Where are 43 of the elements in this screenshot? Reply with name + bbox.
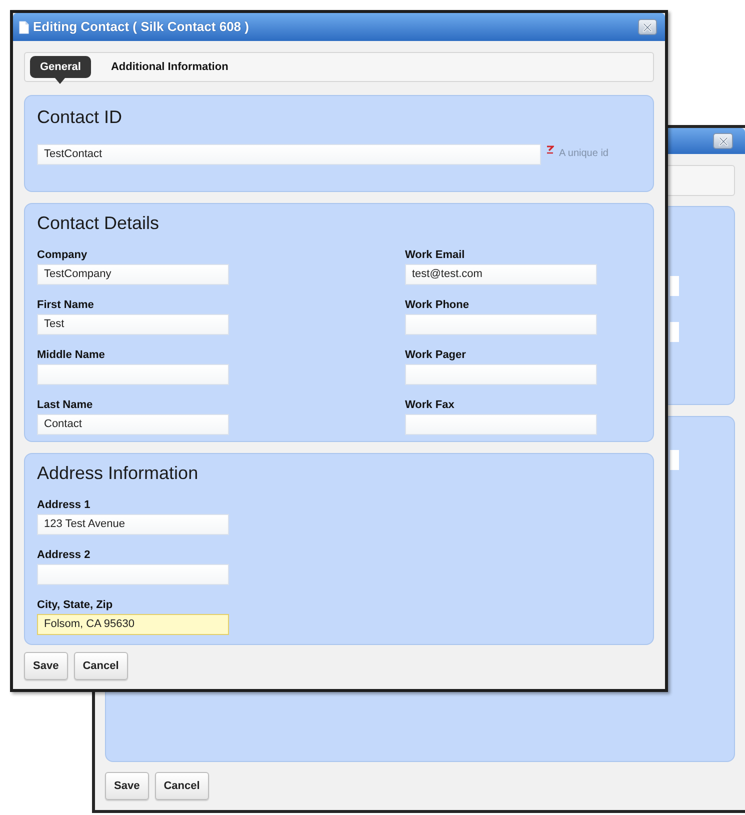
hint-text: A unique id xyxy=(559,147,608,161)
input-field[interactable] xyxy=(37,564,229,585)
field-label: Work Email xyxy=(405,248,465,262)
input-field[interactable]: test@test.com xyxy=(405,264,597,285)
input-field[interactable] xyxy=(405,364,597,385)
section-heading: Address Information xyxy=(37,462,198,484)
input-field[interactable] xyxy=(405,314,597,335)
window-title: Editing Contact ( Silk Contact 608 ) xyxy=(33,18,249,36)
field-label: City, State, Zip xyxy=(37,598,113,612)
save-button[interactable]: Save xyxy=(24,652,68,680)
close-button[interactable] xyxy=(713,133,733,149)
input-field[interactable]: 123 Test Avenue xyxy=(37,514,229,535)
section-heading: Contact ID xyxy=(37,106,122,128)
input-field[interactable] xyxy=(37,364,229,385)
field-label: Address 2 xyxy=(37,548,90,562)
close-icon xyxy=(643,22,652,32)
input-field[interactable] xyxy=(670,276,679,296)
close-button[interactable] xyxy=(638,19,657,35)
field-label: Work Fax xyxy=(405,398,454,412)
input-field[interactable]: Contact xyxy=(37,414,229,435)
field-label: Last Name xyxy=(37,398,93,412)
field-label: Address 1 xyxy=(37,498,90,512)
tab[interactable]: General xyxy=(30,56,91,78)
input-field[interactable]: TestCompany xyxy=(37,264,229,285)
cancel-button[interactable]: Cancel xyxy=(154,772,209,800)
tab-pointer-icon xyxy=(55,78,66,84)
field-label: Work Pager xyxy=(405,348,466,362)
field-label: First Name xyxy=(37,298,94,312)
tab[interactable]: Additional Information xyxy=(100,56,238,78)
document-icon xyxy=(19,20,29,34)
field-label: Work Phone xyxy=(405,298,469,312)
input-field[interactable]: Test xyxy=(37,314,229,335)
input-field[interactable] xyxy=(670,322,679,342)
save-button[interactable]: Save xyxy=(105,772,149,800)
field-label: Middle Name xyxy=(37,348,105,362)
cancel-button[interactable]: Cancel xyxy=(74,652,128,680)
field-label: Company xyxy=(37,248,88,262)
input-field[interactable] xyxy=(405,414,597,435)
input-field[interactable]: TestContact xyxy=(37,144,541,165)
section-heading: Contact Details xyxy=(37,212,160,234)
close-icon xyxy=(718,136,728,146)
input-field[interactable]: Folsom, CA 95630 xyxy=(37,614,229,635)
input-field[interactable] xyxy=(670,450,679,470)
